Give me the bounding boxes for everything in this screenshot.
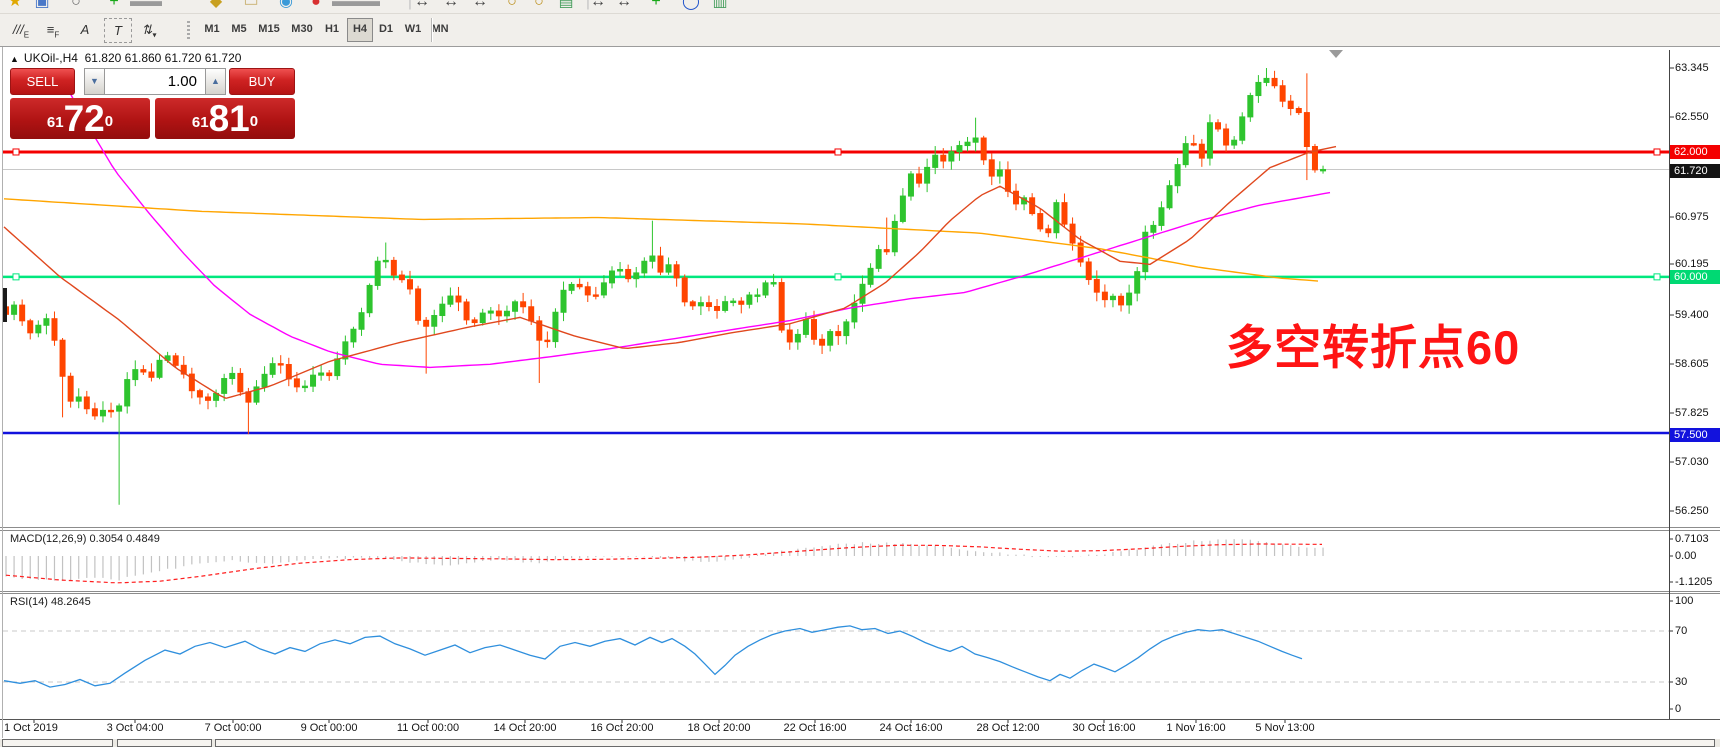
- chart-title: ▲ UKOil-,H4 61.820 61.860 61.720 61.720: [10, 51, 241, 65]
- edge-candle-fragment: [3, 288, 7, 322]
- resistance-line[interactable]: [3, 149, 1669, 155]
- resistance-line-handle: [835, 149, 841, 155]
- volume-decrease-button[interactable]: ▼: [84, 68, 105, 95]
- ohlc-values: 61.820 61.860 61.720 61.720: [85, 51, 242, 65]
- rsi-label: RSI(14) 48.2645: [10, 596, 91, 608]
- macd-label: MACD(12,26,9) 0.3054 0.4849: [10, 533, 160, 545]
- current-price-badge: 61.720: [1670, 164, 1720, 178]
- macd-panel: [6, 539, 1323, 583]
- sell-price-big: 72: [64, 98, 105, 139]
- sell-price-box[interactable]: 61720: [10, 98, 150, 139]
- buy-price-sup: 0: [250, 113, 258, 130]
- volume-increase-button[interactable]: ▲: [205, 68, 226, 95]
- macd-signal-line: [6, 544, 1322, 583]
- pivot-line-handle: [13, 274, 19, 280]
- resistance-line-handle: [13, 149, 19, 155]
- sell-price-sup: 0: [105, 113, 113, 130]
- chart-text-annotation[interactable]: 多空转折点60: [1226, 324, 1520, 371]
- buy-price-small: 61: [192, 114, 209, 131]
- collapse-panel-icon[interactable]: ▲: [10, 54, 19, 64]
- sell-button[interactable]: SELL: [10, 68, 75, 95]
- pivot-line-handle: [1654, 274, 1660, 280]
- buy-price-big: 81: [209, 98, 250, 139]
- buy-button[interactable]: BUY: [229, 68, 295, 95]
- symbol-period-label: UKOil-,H4: [24, 51, 78, 65]
- resistance-price-badge: 62.000: [1670, 145, 1720, 159]
- rsi-line: [4, 626, 1302, 687]
- resistance-line-handle: [1654, 149, 1660, 155]
- support-price-badge: 57.500: [1670, 428, 1720, 442]
- buy-price-box[interactable]: 61810: [155, 98, 295, 139]
- rsi-panel: [3, 626, 1669, 687]
- chart-shift-marker[interactable]: [1329, 50, 1343, 58]
- pivot-line[interactable]: [3, 274, 1669, 280]
- one-click-trading-panel: SELL ▼ ▲ BUY 61720 61810: [8, 68, 295, 140]
- pivot-price-badge: 60.000: [1670, 270, 1720, 284]
- sell-price-small: 61: [47, 114, 64, 131]
- pivot-line-handle: [835, 274, 841, 280]
- volume-input[interactable]: [105, 68, 205, 95]
